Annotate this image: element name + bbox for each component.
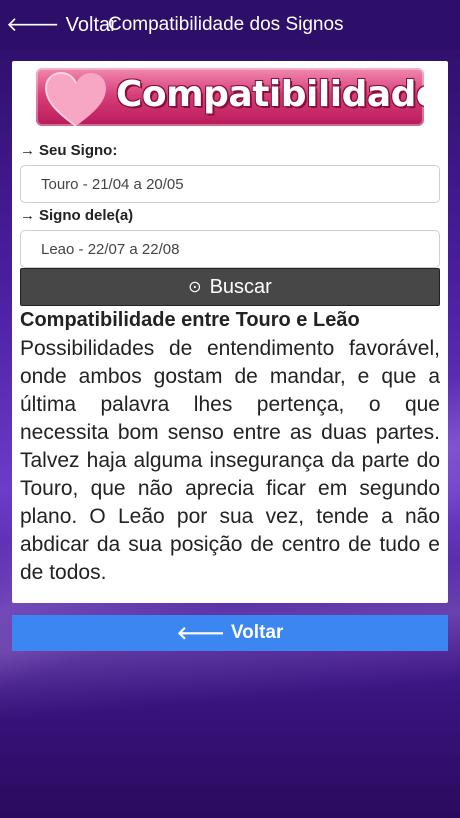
search-circle-icon: ⊙: [188, 279, 202, 296]
page-title: Compatibilidade dos Signos: [108, 14, 344, 35]
banner-text: Compatibilidade: [116, 74, 424, 115]
buscar-button-label: Buscar: [209, 275, 272, 298]
result-text: Possibilidades de entendimento favorável…: [20, 337, 440, 584]
heart-icon: [44, 72, 106, 126]
buscar-button[interactable]: ⊙ Buscar: [20, 268, 440, 306]
arrow-left-icon: 🡐: [176, 622, 225, 643]
voltar-button-label: Voltar: [230, 622, 284, 643]
seu-signo-label: → Seu Signo:: [20, 142, 118, 159]
signo-dele-label: → Signo dele(a): [20, 207, 134, 224]
arrow-right-icon: →: [20, 142, 35, 159]
signo-dele-select[interactable]: Leao - 22/07 a 22/08: [20, 230, 440, 268]
compatibilidade-banner: Compatibilidade: [36, 68, 424, 126]
arrow-right-icon: →: [20, 207, 35, 224]
seu-signo-select[interactable]: Touro - 21/04 a 20/05: [20, 165, 440, 203]
back-button[interactable]: 🡐 Voltar: [0, 0, 117, 50]
voltar-button[interactable]: 🡐 Voltar: [12, 615, 448, 651]
top-bar: 🡐 Voltar Compatibilidade dos Signos: [0, 0, 460, 50]
content-card: Compatibilidade → Seu Signo: Touro - 21/0…: [12, 61, 448, 603]
arrow-left-icon: 🡐: [6, 14, 60, 36]
result-title: Compatibilidade entre Touro e Leão: [20, 309, 360, 331]
